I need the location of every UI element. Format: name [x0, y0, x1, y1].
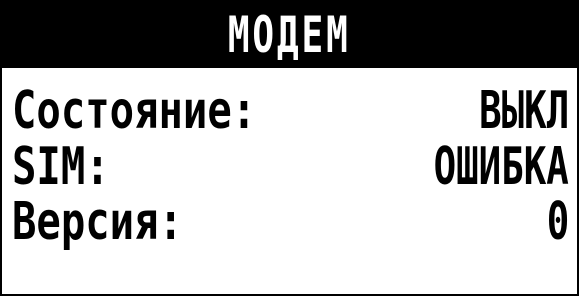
status-label: Состояние:: [12, 81, 257, 141]
sim-value: ОШИБКА: [433, 137, 569, 197]
version-label: Версия:: [12, 192, 183, 252]
modem-screen: МОДЕМ Состояние: ВЫКЛ SIM: ОШИБКА Версия…: [0, 0, 579, 296]
title-bar: МОДЕМ: [2, 2, 577, 68]
version-row: Версия: 0: [2, 193, 577, 251]
status-value: ВЫКЛ: [478, 81, 569, 141]
sim-row: SIM: ОШИБКА: [2, 138, 577, 196]
version-value: 0: [546, 192, 569, 252]
status-row: Состояние: ВЫКЛ: [2, 82, 577, 140]
sim-label: SIM:: [12, 137, 110, 197]
screen-title: МОДЕМ: [228, 6, 351, 64]
